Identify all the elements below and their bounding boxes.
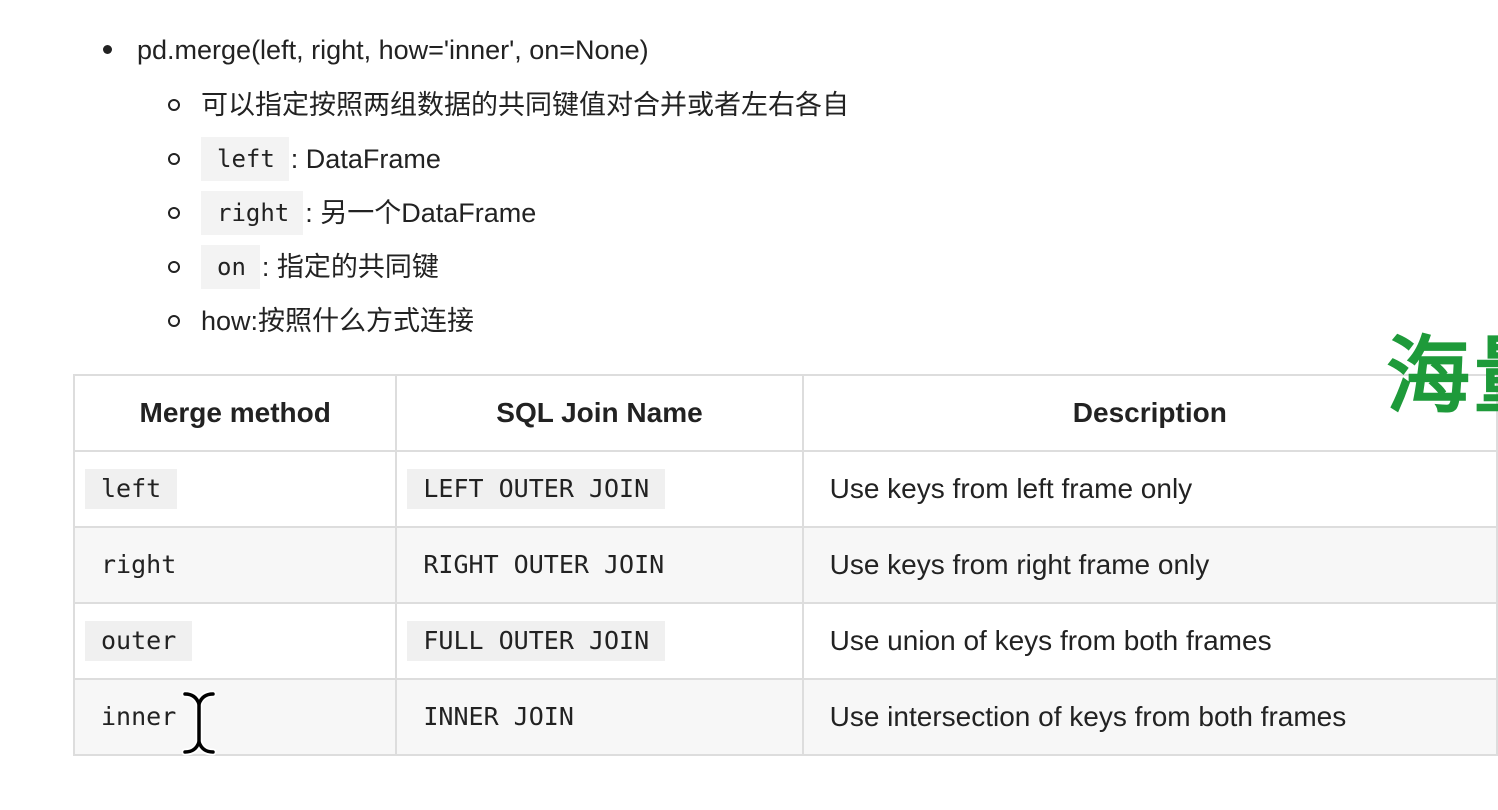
method-code: left: [85, 469, 178, 509]
bullet-list: pd.merge(left, right, how='inner', on=No…: [103, 24, 849, 348]
sql-code: INNER JOIN: [423, 702, 574, 731]
cell-sql: LEFT OUTER JOIN: [395, 450, 804, 528]
cell-method: inner: [72, 678, 398, 756]
document-page: pd.merge(left, right, how='inner', on=No…: [0, 0, 1498, 810]
sub-bullet-on: on: 指定的共同键: [103, 240, 649, 294]
sql-code: RIGHT OUTER JOIN: [423, 550, 665, 579]
sub-bullet-description: 可以指定按照两组数据的共同键值对合并或者左右各自: [103, 78, 849, 132]
sql-code: LEFT OUTER JOIN: [407, 469, 666, 509]
bullet-circle-icon: [168, 315, 180, 327]
table-row: left LEFT OUTER JOIN Use keys from left …: [72, 450, 1498, 528]
bullet-circle-icon: [168, 207, 180, 219]
sub-bullet-text: : 指定的共同键: [261, 252, 439, 282]
cell-method: left: [72, 450, 398, 528]
sub-bullet-left: left: DataFrame: [103, 132, 649, 186]
sub-bullet-text: : DataFrame: [290, 144, 441, 174]
sub-bullet-how: how:按照什么方式连接: [103, 294, 649, 348]
inline-code-on: on: [201, 244, 260, 289]
bullet-disc-icon: [103, 45, 112, 54]
header-merge-method: Merge method: [72, 374, 398, 452]
method-code: right: [101, 550, 177, 579]
sub-bullet-text: 可以指定按照两组数据的共同键值对合并或者左右各自: [201, 90, 849, 120]
bullet-circle-icon: [168, 261, 180, 273]
method-code: inner: [101, 702, 177, 731]
cell-method: outer: [72, 602, 398, 680]
inline-code-left: left: [201, 136, 289, 181]
table-row: inner INNER JOIN Use intersection of key…: [72, 678, 1498, 756]
merge-signature-text: pd.merge(left, right, how='inner', on=No…: [137, 35, 649, 65]
cell-description: Use keys from right frame only: [801, 526, 1498, 604]
cell-sql: RIGHT OUTER JOIN: [395, 526, 804, 604]
table-row: right RIGHT OUTER JOIN Use keys from rig…: [72, 526, 1498, 604]
sql-code: FULL OUTER JOIN: [407, 621, 666, 661]
table-header-row: Merge method SQL Join Name Description: [72, 374, 1498, 452]
sub-bullet-text: how:按照什么方式连接: [201, 306, 475, 336]
cell-method: right: [72, 526, 398, 604]
method-code: outer: [85, 621, 193, 661]
sub-bullet-text: : 另一个DataFrame: [305, 198, 537, 228]
bullet-item-merge-signature: pd.merge(left, right, how='inner', on=No…: [103, 24, 849, 348]
watermark-text: 海量: [1386, 326, 1498, 425]
cell-description: Use intersection of keys from both frame…: [801, 678, 1498, 756]
cell-description: Use keys from left frame only: [801, 450, 1498, 528]
bullet-circle-icon: [168, 99, 180, 111]
sub-bullet-right: right: 另一个DataFrame: [103, 186, 649, 240]
merge-method-table: Merge method SQL Join Name Description l…: [72, 374, 1498, 756]
bullet-circle-icon: [168, 153, 180, 165]
header-sql-join-name: SQL Join Name: [395, 374, 804, 452]
cell-description: Use union of keys from both frames: [801, 602, 1498, 680]
cell-sql: INNER JOIN: [395, 678, 804, 756]
inline-code-right: right: [201, 190, 304, 235]
text-cursor-icon: [181, 690, 217, 756]
cell-sql: FULL OUTER JOIN: [395, 602, 804, 680]
sub-bullet-list: 可以指定按照两组数据的共同键值对合并或者左右各自 left: DataFrame…: [137, 78, 849, 348]
merge-method-table-wrapper: Merge method SQL Join Name Description l…: [72, 374, 1498, 756]
table-row: outer FULL OUTER JOIN Use union of keys …: [72, 602, 1498, 680]
